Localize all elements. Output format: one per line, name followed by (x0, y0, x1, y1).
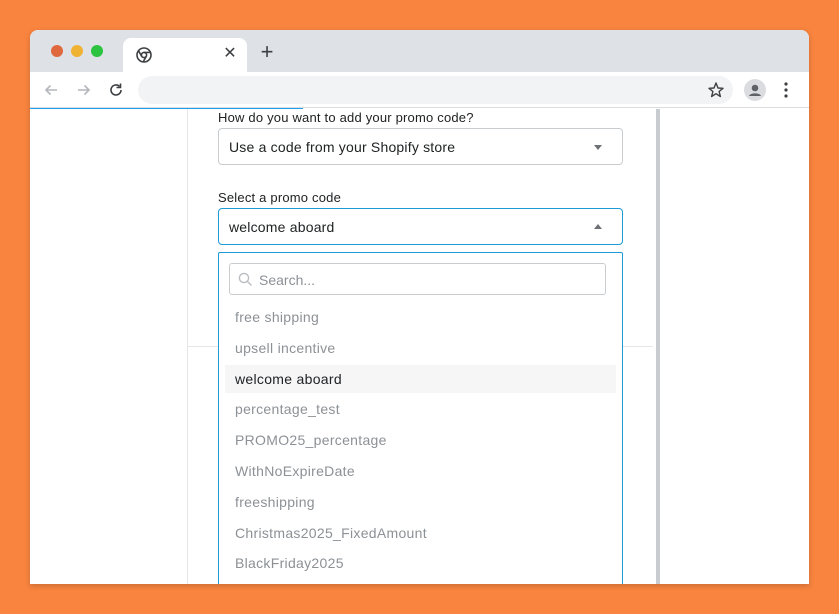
method-select-value: Use a code from your Shopify store (229, 139, 456, 155)
dropdown-option[interactable]: BlackFriday2025 (225, 549, 616, 577)
minimize-window-button[interactable] (71, 45, 83, 57)
reload-icon[interactable] (105, 79, 127, 101)
search-icon (238, 272, 252, 286)
browser-tab[interactable]: ✕ (123, 38, 247, 72)
dropdown-option[interactable]: Christmas2025_FixedAmount (225, 519, 616, 547)
method-label: How do you want to add your promo code? (218, 110, 474, 125)
dropdown-option[interactable]: PROMO25_percentage (225, 426, 616, 454)
caret-up-icon (594, 224, 602, 229)
method-select[interactable]: Use a code from your Shopify store (218, 128, 623, 165)
close-window-button[interactable] (51, 45, 63, 57)
browser-toolbar (30, 72, 809, 108)
star-icon[interactable] (707, 81, 725, 99)
dropdown-option[interactable]: welcome aboard (225, 364, 616, 393)
dropdown-option[interactable]: free shipping (225, 303, 616, 331)
title-bar: ✕ + (30, 30, 809, 72)
kebab-menu-icon[interactable] (778, 79, 794, 101)
dropdown-option[interactable]: WithNoExpireDate (225, 457, 616, 485)
browser-window: ✕ + How do you want to add your promo co… (30, 30, 809, 584)
search-field[interactable] (229, 263, 606, 295)
maximize-window-button[interactable] (91, 45, 103, 57)
promo-code-select[interactable]: welcome aboard (218, 208, 623, 245)
back-arrow-icon[interactable] (40, 79, 62, 101)
caret-down-icon (594, 145, 602, 150)
address-bar[interactable] (138, 76, 733, 104)
profile-icon[interactable] (744, 79, 766, 101)
close-icon[interactable]: ✕ (221, 45, 239, 63)
page-content: How do you want to add your promo code? … (30, 109, 809, 584)
plus-icon[interactable]: + (258, 41, 276, 63)
dropdown-option[interactable]: freeshipping (225, 488, 616, 516)
forward-arrow-icon[interactable] (73, 79, 95, 101)
promo-code-dropdown: free shipping upsell incentivewelcome abo… (218, 252, 623, 584)
dropdown-option[interactable]: percentage_test (225, 395, 616, 423)
search-input[interactable] (259, 270, 589, 290)
scrollbar-track[interactable] (656, 109, 660, 584)
chrome-icon (136, 47, 152, 63)
promo-code-select-value: welcome aboard (229, 219, 335, 235)
promo-code-label: Select a promo code (218, 190, 342, 205)
dropdown-option[interactable]: upsell incentive (225, 334, 616, 362)
